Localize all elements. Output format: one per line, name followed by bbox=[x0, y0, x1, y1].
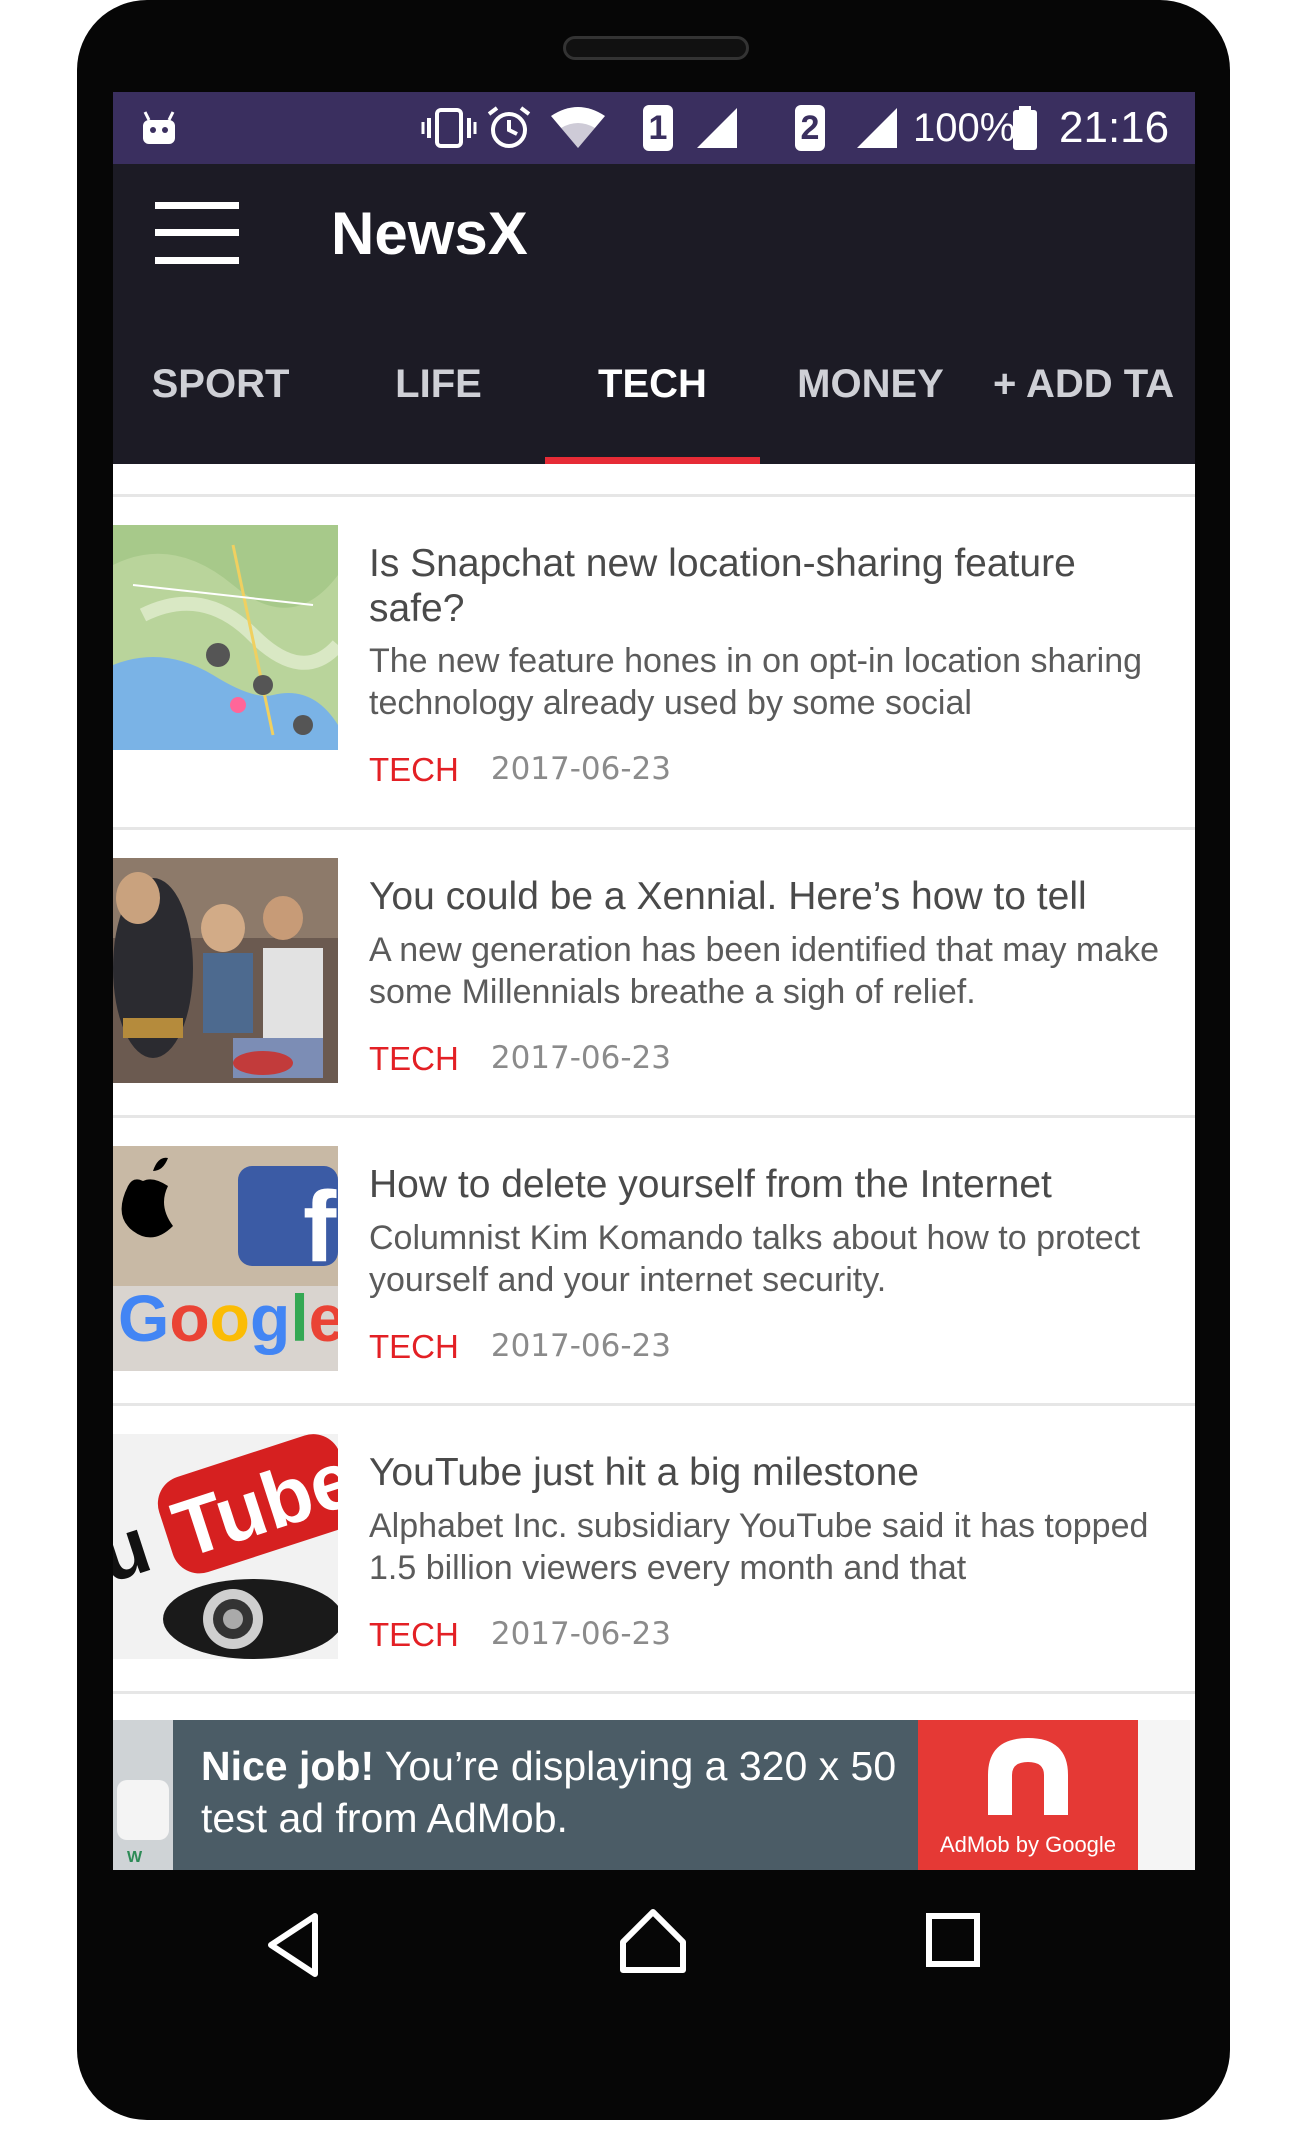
screen: 1 2 100% 21:16 NewsX SPORT LIFE TECH MON… bbox=[113, 92, 1195, 1870]
youtube-thumbnail: Tube u bbox=[113, 1434, 338, 1659]
svg-text:W: W bbox=[127, 1849, 143, 1866]
ad-text-bold: Nice job! bbox=[201, 1743, 375, 1789]
list-top-divider bbox=[113, 464, 1195, 497]
status-bar: 1 2 100% 21:16 bbox=[113, 92, 1195, 164]
hamburger-menu-icon[interactable] bbox=[155, 202, 239, 264]
speaker-grille bbox=[563, 36, 749, 60]
article-item[interactable]: You could be a Xennial. Here’s how to te… bbox=[113, 830, 1195, 1118]
logos-thumbnail: f Google bbox=[113, 1146, 338, 1371]
battery-icon bbox=[1011, 92, 1039, 164]
article-item[interactable]: f Google How to delete yourself from the… bbox=[113, 1118, 1195, 1406]
tab-add[interactable]: + ADD TA bbox=[993, 309, 1195, 464]
ad-text: Nice job! You’re displaying a 320 x 50 t… bbox=[201, 1740, 901, 1844]
vibrate-icon bbox=[421, 92, 477, 164]
ad-banner[interactable]: W Nice job! You’re displaying a 320 x 50… bbox=[113, 1720, 1195, 1870]
article-category: TECH bbox=[369, 751, 459, 788]
alarm-icon bbox=[485, 92, 533, 164]
sim1-indicator: 1 bbox=[643, 92, 673, 164]
article-meta: TECH 2017-06-23 bbox=[369, 751, 671, 789]
app-title: NewsX bbox=[331, 200, 528, 267]
crowd-thumbnail bbox=[113, 858, 338, 1083]
article-description: Columnist Kim Komando talks about how to… bbox=[369, 1219, 1141, 1299]
battery-percent: 100% bbox=[913, 105, 1016, 150]
tab-life[interactable]: LIFE bbox=[331, 309, 546, 464]
back-icon[interactable] bbox=[263, 1910, 323, 1980]
wifi-icon bbox=[549, 92, 607, 164]
tab-indicator bbox=[545, 457, 760, 464]
article-item[interactable]: Is Snapchat new location-sharing feature… bbox=[113, 497, 1195, 830]
article-description: The new feature hones in on opt-in locat… bbox=[369, 642, 1143, 722]
svg-text:f: f bbox=[303, 1171, 337, 1283]
navigation-bar bbox=[113, 1870, 1195, 2020]
signal-icon bbox=[853, 92, 901, 164]
article-meta: TECH 2017-06-23 bbox=[369, 1328, 671, 1366]
app-bar: NewsX bbox=[113, 164, 1195, 309]
ad-body[interactable]: Nice job! You’re displaying a 320 x 50 t… bbox=[173, 1720, 918, 1870]
article-meta: TECH 2017-06-23 bbox=[369, 1616, 671, 1654]
admob-icon bbox=[988, 1738, 1068, 1815]
article-item[interactable]: Tube u YouTube just hit a big milestone … bbox=[113, 1406, 1195, 1694]
article-date: 2017-06-23 bbox=[490, 1616, 672, 1652]
article-date: 2017-06-23 bbox=[490, 1040, 672, 1076]
article-title: You could be a Xennial. Here’s how to te… bbox=[369, 875, 1087, 918]
partial-thumbnail: W bbox=[113, 1720, 173, 1870]
article-title: Is Snapchat new location-sharing feature… bbox=[369, 542, 1076, 630]
article-category: TECH bbox=[369, 1040, 459, 1077]
tab-tech[interactable]: TECH bbox=[545, 309, 760, 464]
article-meta: TECH 2017-06-23 bbox=[369, 1040, 671, 1078]
tab-money[interactable]: MONEY bbox=[763, 309, 978, 464]
map-thumbnail bbox=[113, 525, 338, 750]
article-description: Alphabet Inc. subsidiary YouTube said it… bbox=[369, 1507, 1149, 1587]
recents-icon[interactable] bbox=[923, 1910, 983, 1970]
sim2-indicator: 2 bbox=[795, 92, 825, 164]
article-category: TECH bbox=[369, 1328, 459, 1365]
article-title: YouTube just hit a big milestone bbox=[369, 1451, 919, 1494]
tab-sport[interactable]: SPORT bbox=[113, 309, 328, 464]
home-icon[interactable] bbox=[618, 1906, 688, 1976]
sim1-label: 1 bbox=[643, 105, 673, 151]
article-date: 2017-06-23 bbox=[490, 751, 672, 787]
article-category: TECH bbox=[369, 1616, 459, 1653]
article-list: Is Snapchat new location-sharing feature… bbox=[113, 464, 1195, 1694]
svg-text:Google: Google bbox=[118, 1281, 338, 1355]
article-title: How to delete yourself from the Internet bbox=[369, 1163, 1052, 1206]
sim2-label: 2 bbox=[795, 105, 825, 151]
admob-logo[interactable]: AdMob by Google bbox=[918, 1720, 1138, 1870]
signal-icon bbox=[693, 92, 741, 164]
article-date: 2017-06-23 bbox=[490, 1328, 672, 1364]
admob-logo-text: AdMob by Google bbox=[939, 1832, 1117, 1857]
category-tabs: SPORT LIFE TECH MONEY + ADD TA bbox=[113, 309, 1195, 464]
android-debug-icon bbox=[139, 92, 179, 164]
article-description: A new generation has been identified tha… bbox=[369, 931, 1160, 1011]
clock: 21:16 bbox=[1059, 103, 1170, 152]
